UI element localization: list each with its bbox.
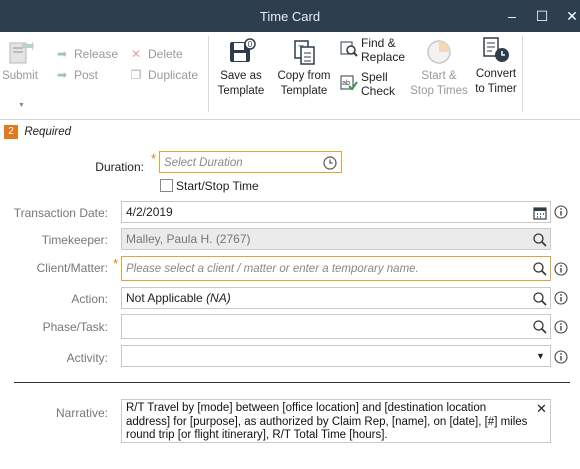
close-button[interactable]: ✕: [562, 6, 580, 26]
activity-dropdown[interactable]: ▼: [121, 345, 551, 367]
duration-label: Duration:: [95, 160, 144, 174]
copy-template-label: Copy from Template: [277, 70, 331, 97]
transaction-date-value: 4/2/2019: [126, 205, 173, 219]
ribbon-toolbar: Submit ▼ ➡ Release ➡ Post ✕ Delete ❐ Duplica…: [0, 32, 580, 120]
required-marker: *: [151, 151, 157, 166]
post-button[interactable]: ➡ Post: [54, 66, 98, 84]
convert-to-timer-button[interactable]: Convert to Timer: [472, 36, 520, 97]
duplicate-button[interactable]: ❐ Duplicate: [128, 66, 198, 84]
narrative-textarea[interactable]: R/T Travel by [mode] between [office loc…: [121, 399, 551, 443]
duration-placeholder: Select Duration: [164, 157, 243, 169]
duration-field[interactable]: Select Duration: [159, 151, 342, 173]
action-field[interactable]: Not Applicable (NA): [121, 287, 551, 309]
submit-icon: [9, 41, 34, 64]
minimize-button[interactable]: –: [502, 6, 522, 26]
save-as-template-button[interactable]: 0 Save as Template: [214, 38, 268, 99]
info-icon[interactable]: [554, 205, 568, 219]
section-divider: [14, 382, 570, 383]
svg-text:T: T: [298, 44, 304, 54]
title-bar: Time Card – ☐ ✕: [0, 0, 580, 32]
chevron-down-icon[interactable]: ▼: [18, 102, 25, 109]
start-stop-times-button[interactable]: Start & Stop Times: [410, 38, 468, 99]
required-label: Required: [24, 125, 72, 138]
start-stop-time-checkbox[interactable]: [160, 179, 173, 192]
start-stop-time-label: Start/Stop Time: [176, 179, 259, 193]
svg-text:ab: ab: [342, 80, 350, 87]
find-replace-icon: [340, 41, 358, 57]
ribbon-separator: [522, 36, 523, 112]
ribbon-separator: [208, 36, 209, 112]
info-icon[interactable]: [554, 262, 568, 276]
start-stop-label: Start & Stop Times: [410, 70, 468, 97]
delete-icon: ✕: [130, 47, 142, 61]
delete-button[interactable]: ✕ Delete: [128, 45, 183, 63]
save-template-label: Save as Template: [217, 70, 265, 97]
arrow-right-icon: ➡: [56, 47, 68, 61]
save-template-icon: 0: [230, 38, 256, 62]
client-matter-field[interactable]: Please select a client / matter or enter…: [121, 256, 551, 281]
search-icon[interactable]: [532, 232, 548, 248]
required-marker: *: [113, 256, 119, 271]
calendar-icon[interactable]: [532, 205, 548, 221]
section-number-badge: 2: [4, 124, 18, 139]
search-icon[interactable]: [532, 319, 548, 335]
find-replace-label: Find & Replace: [361, 36, 406, 64]
dropdown-arrow-icon[interactable]: ▼: [536, 346, 545, 366]
post-label: Post: [74, 68, 99, 82]
duplicate-icon: ❐: [130, 68, 142, 82]
submit-button[interactable]: Submit: [2, 38, 38, 84]
convert-timer-label: Convert to Timer: [475, 68, 517, 95]
timekeeper-label: Timekeeper:: [41, 233, 108, 247]
submit-label: Submit: [2, 70, 38, 82]
section-header: 2 Required: [4, 124, 72, 139]
window-title: Time Card: [259, 9, 321, 24]
phase-task-field[interactable]: [121, 314, 551, 339]
clock-icon[interactable]: [322, 155, 338, 171]
clock-icon: [427, 40, 451, 64]
action-code: (NA): [206, 291, 231, 305]
narrative-label: Narrative:: [55, 406, 108, 420]
spell-check-icon: ab: [340, 75, 358, 91]
spell-check-label: Spell Check: [361, 70, 396, 98]
info-icon[interactable]: [554, 350, 568, 364]
timekeeper-value: Malley, Paula H. (2767): [126, 232, 251, 246]
client-matter-label: Client/Matter:: [36, 261, 108, 275]
transaction-date-field[interactable]: 4/2/2019: [121, 201, 551, 223]
release-label: Release: [74, 47, 119, 61]
action-label: Action:: [71, 292, 108, 306]
info-icon[interactable]: [554, 291, 568, 305]
search-icon[interactable]: [532, 261, 548, 277]
maximize-button[interactable]: ☐: [532, 6, 552, 26]
client-matter-placeholder: Please select a client / matter or enter…: [126, 263, 419, 275]
convert-timer-icon: [483, 37, 509, 62]
arrow-right-icon: ➡: [56, 68, 68, 82]
copy-template-icon: T: [294, 40, 315, 65]
action-value: Not Applicable: [126, 291, 203, 305]
transaction-date-label: Transaction Date:: [13, 206, 108, 220]
search-icon[interactable]: [532, 291, 548, 307]
clear-icon[interactable]: ✕: [536, 402, 547, 416]
narrative-value: R/T Travel by [mode] between [office loc…: [126, 402, 528, 441]
info-icon[interactable]: [554, 320, 568, 334]
release-button[interactable]: ➡ Release: [54, 45, 118, 63]
phase-task-label: Phase/Task:: [42, 320, 108, 334]
delete-label: Delete: [148, 47, 183, 61]
activity-label: Activity:: [66, 351, 108, 365]
svg-text:0: 0: [248, 40, 253, 49]
timekeeper-field[interactable]: Malley, Paula H. (2767): [121, 228, 551, 250]
duplicate-label: Duplicate: [148, 68, 199, 82]
copy-from-template-button[interactable]: T Copy from Template: [276, 38, 332, 99]
